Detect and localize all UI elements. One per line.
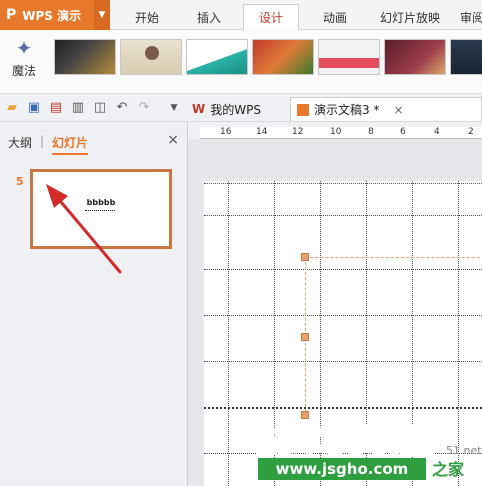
watermark-title: 技术员联盟	[255, 421, 436, 463]
template-thumbnail[interactable]	[384, 39, 446, 75]
grid-line	[228, 181, 229, 486]
ruler-label: 12	[292, 127, 304, 137]
magic-label: 魔法	[11, 64, 36, 78]
template-thumbnail[interactable]	[450, 39, 482, 75]
slide-thumbnail-text: bbbbb	[86, 198, 116, 207]
wps-presentation-window: P WPS 演示 ▼ 开始 插入 设计 动画 幻灯片放映 审阅 ✦ 魔法 ▰ ▣…	[0, 0, 482, 486]
template-thumbnail[interactable]	[252, 39, 314, 75]
pdf-export-icon[interactable]: ▤	[48, 100, 64, 116]
app-menu-button[interactable]: P WPS 演示 ▼	[0, 0, 110, 30]
site-watermark: 51.net 技术员联盟 www.jsgho.com 之家	[250, 412, 482, 486]
tab-slideshow[interactable]: 幻灯片放映	[370, 4, 450, 30]
magic-button[interactable]: ✦ 魔法	[4, 34, 44, 90]
resize-handle[interactable]	[301, 333, 309, 341]
ruler-label: 8	[368, 127, 374, 137]
print-icon[interactable]: ▥	[70, 100, 86, 116]
magic-wand-icon: ✦	[15, 36, 33, 60]
customize-dropdown-icon[interactable]: ▼	[166, 100, 182, 116]
template-thumbnail[interactable]	[54, 39, 116, 75]
ruler-label: 16	[220, 127, 232, 137]
grid-line	[204, 183, 482, 184]
template-thumbnail[interactable]	[186, 39, 248, 75]
quick-access-toolbar: ▰ ▣ ▤ ▥ ◫ ↶ ↷ ▼ W 我的WPS 演示文稿3 * ×	[0, 94, 482, 122]
template-thumbnail[interactable]	[120, 39, 182, 75]
tab-design[interactable]: 设计	[243, 4, 299, 30]
presentation-file-icon	[297, 103, 309, 116]
template-thumbnail[interactable]	[318, 39, 380, 75]
horizontal-ruler[interactable]: 16 14 12 10 8 6 4 2	[200, 127, 482, 139]
tab-review[interactable]: 审阅	[460, 4, 482, 30]
slides-panel: 大纲 | 幻灯片 × 5 bbbbb	[0, 122, 188, 486]
tab-document[interactable]: 演示文稿3 * ×	[290, 97, 482, 121]
tab-document-label: 演示文稿3 *	[314, 103, 380, 117]
resize-handle[interactable]	[301, 253, 309, 261]
tab-slides[interactable]: 幻灯片	[52, 134, 89, 155]
ruler-label: 14	[256, 127, 268, 137]
menu-bar: P WPS 演示 ▼ 开始 插入 设计 动画 幻灯片放映 审阅	[0, 0, 482, 30]
tab-separator: |	[40, 134, 45, 148]
watermark-url: www.jsgho.com	[258, 458, 426, 480]
slide-thumbnail[interactable]: bbbbb	[30, 169, 172, 249]
redo-icon[interactable]: ↷	[136, 100, 152, 116]
tab-animation[interactable]: 动画	[312, 4, 358, 30]
open-folder-icon[interactable]: ▰	[4, 100, 20, 116]
slide-thumbnail-underline	[85, 210, 115, 212]
ruler-label: 10	[330, 127, 342, 137]
close-icon[interactable]: ×	[393, 103, 403, 117]
wps-w-icon: W	[192, 102, 206, 116]
save-icon[interactable]: ▣	[26, 100, 42, 116]
text-placeholder-selection[interactable]	[305, 257, 482, 417]
tab-my-wps[interactable]: W 我的WPS	[186, 97, 267, 121]
tab-insert[interactable]: 插入	[186, 4, 232, 30]
chevron-down-icon[interactable]: ▼	[94, 0, 110, 30]
design-ribbon: ✦ 魔法	[0, 30, 482, 94]
close-icon[interactable]: ×	[167, 132, 179, 148]
wps-logo-icon: P	[6, 7, 17, 23]
ruler-label: 6	[400, 127, 406, 137]
app-name: WPS 演示	[22, 8, 82, 23]
grid-line	[204, 215, 482, 216]
tab-my-wps-label: 我的WPS	[210, 102, 261, 117]
undo-icon[interactable]: ↶	[114, 100, 130, 116]
ruler-label: 2	[468, 127, 474, 137]
watermark-side: 之家	[432, 460, 465, 479]
ruler-label: 4	[434, 127, 440, 137]
slide-number: 5	[16, 175, 24, 188]
tab-home[interactable]: 开始	[124, 4, 170, 30]
tab-outline[interactable]: 大纲	[8, 134, 32, 151]
print-preview-icon[interactable]: ◫	[92, 100, 108, 116]
